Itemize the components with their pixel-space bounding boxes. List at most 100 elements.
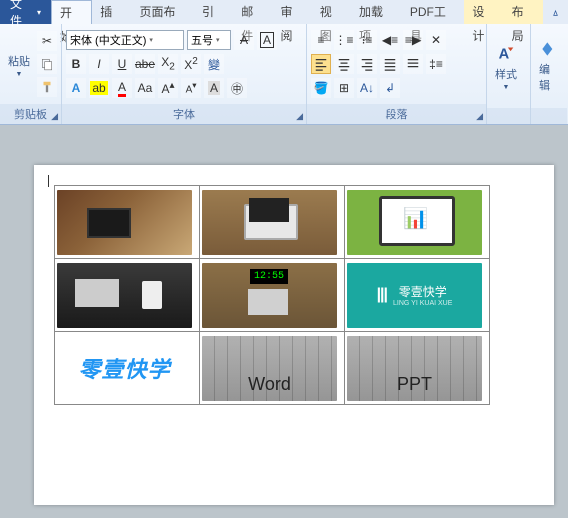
- line-spacing-icon: ‡≡: [429, 57, 443, 71]
- group-label-font: 字体◢: [62, 104, 306, 124]
- image-keyboard-ppt[interactable]: PPT: [347, 336, 482, 401]
- format-painter-button[interactable]: [37, 77, 57, 97]
- table-cell[interactable]: 零壹快学: [55, 332, 200, 405]
- group-label-editing: [531, 108, 567, 124]
- numbering-icon: ⋮≡: [335, 33, 354, 47]
- strike-icon: abe: [135, 57, 155, 71]
- sort-button[interactable]: A↓: [357, 78, 377, 98]
- font-size-select[interactable]: 五号: [187, 30, 231, 50]
- table-cell[interactable]: Word: [200, 332, 345, 405]
- dialog-launcher-icon[interactable]: ◢: [51, 111, 58, 122]
- styles-button[interactable]: A 样式 ▼: [491, 27, 521, 105]
- multilevel-list-button[interactable]: ⁝≡: [357, 30, 377, 50]
- text-effects-button[interactable]: A: [66, 78, 86, 98]
- group-label-clipboard: 剪贴板◢: [0, 104, 61, 124]
- table-cell[interactable]: [200, 186, 345, 259]
- bold-button[interactable]: B: [66, 54, 86, 74]
- tab-table-design[interactable]: 设计: [464, 0, 503, 24]
- file-tab[interactable]: 文件: [0, 0, 51, 24]
- table-cell[interactable]: 零壹快学LING YI KUAI XUE: [345, 259, 490, 332]
- change-case-button[interactable]: Aa: [135, 78, 155, 98]
- grow-font-icon: A▴: [161, 80, 174, 96]
- collapse-ribbon-icon[interactable]: ㅿ: [543, 5, 568, 20]
- borders-icon: ⊞: [339, 81, 349, 95]
- align-center-button[interactable]: [334, 54, 354, 74]
- character-border-button[interactable]: A: [257, 30, 277, 50]
- tab-addins[interactable]: 加载项: [351, 0, 402, 24]
- italic-button[interactable]: I: [89, 54, 109, 74]
- character-shading-button[interactable]: A: [204, 78, 224, 98]
- image-clock-desk[interactable]: [202, 263, 337, 328]
- tab-table-layout[interactable]: 布局: [504, 0, 543, 24]
- align-justify-button[interactable]: [380, 54, 400, 74]
- subscript-button[interactable]: X2: [158, 54, 178, 74]
- table-row: 零壹快学 Word PPT: [55, 332, 490, 405]
- superscript-button[interactable]: X2: [181, 54, 201, 74]
- font-family-select[interactable]: 宋体 (中文正文): [66, 30, 184, 50]
- underline-icon: U: [118, 57, 127, 71]
- superscript-icon: X2: [184, 56, 198, 72]
- font-color-button[interactable]: A: [112, 78, 132, 98]
- tab-home[interactable]: 开始: [51, 0, 92, 24]
- shading-button[interactable]: 🪣: [311, 78, 331, 98]
- dialog-launcher-icon[interactable]: ◢: [296, 111, 303, 122]
- underline-button[interactable]: U: [112, 54, 132, 74]
- image-brand-teal[interactable]: 零壹快学LING YI KUAI XUE: [347, 263, 482, 328]
- table-cell[interactable]: [345, 186, 490, 259]
- show-marks-button[interactable]: ↲: [380, 78, 400, 98]
- grow-font-button[interactable]: A▴: [158, 78, 178, 98]
- tab-mailings[interactable]: 邮件: [233, 0, 272, 24]
- enclose-character-button[interactable]: ㊥: [227, 78, 247, 98]
- align-justify-icon: [383, 57, 397, 71]
- find-icon: [539, 39, 559, 59]
- align-right-button[interactable]: [357, 54, 377, 74]
- tab-pdf-tools[interactable]: PDF工具: [402, 0, 464, 24]
- highlight-icon: ab: [90, 81, 107, 95]
- italic-icon: I: [97, 57, 100, 71]
- borders-button[interactable]: ⊞: [334, 78, 354, 98]
- shrink-font-button[interactable]: A▾: [181, 78, 201, 98]
- decrease-indent-button[interactable]: ◀≡: [380, 30, 400, 50]
- phonetic-guide-button[interactable]: 變: [204, 54, 224, 74]
- line-spacing-button[interactable]: ‡≡: [426, 54, 446, 74]
- tab-insert[interactable]: 插入: [92, 0, 131, 24]
- table-cell[interactable]: PPT: [345, 332, 490, 405]
- table-cell[interactable]: [55, 186, 200, 259]
- image-keyboard-word[interactable]: Word: [202, 336, 337, 401]
- image-desk-monitor[interactable]: [57, 190, 192, 255]
- copy-button[interactable]: [37, 54, 57, 74]
- pilcrow-icon: ↲: [385, 81, 395, 95]
- bullets-button[interactable]: ≡: [311, 30, 331, 50]
- align-left-button[interactable]: [311, 54, 331, 74]
- tab-references[interactable]: 引用: [194, 0, 233, 24]
- table-row: 零壹快学LING YI KUAI XUE: [55, 259, 490, 332]
- inserted-table[interactable]: 零壹快学LING YI KUAI XUE 零壹快学 Word PPT: [54, 185, 490, 405]
- tab-view[interactable]: 视图: [312, 0, 351, 24]
- paste-button[interactable]: 粘贴 ▼: [4, 27, 34, 101]
- tab-page-layout[interactable]: 页面布局: [132, 0, 194, 24]
- align-dist-icon: [406, 57, 420, 71]
- highlight-button[interactable]: ab: [89, 78, 109, 98]
- tab-review[interactable]: 审阅: [272, 0, 311, 24]
- cut-button[interactable]: ✂: [37, 31, 57, 51]
- bold-icon: B: [72, 57, 81, 71]
- table-cell[interactable]: [55, 259, 200, 332]
- dialog-launcher-icon[interactable]: ◢: [476, 111, 483, 122]
- table-row: [55, 186, 490, 259]
- editing-button[interactable]: 编辑: [535, 27, 563, 105]
- align-distribute-button[interactable]: [403, 54, 423, 74]
- numbering-button[interactable]: ⋮≡: [334, 30, 354, 50]
- styles-label: 样式: [495, 66, 517, 82]
- asian-layout-button[interactable]: ✕: [426, 30, 446, 50]
- image-devices[interactable]: [57, 263, 192, 328]
- document-page[interactable]: 零壹快学LING YI KUAI XUE 零壹快学 Word PPT: [34, 165, 554, 505]
- image-laptop-wood[interactable]: [202, 190, 337, 255]
- image-monitor-chart[interactable]: [347, 190, 482, 255]
- table-cell[interactable]: [200, 259, 345, 332]
- scissors-icon: ✂: [42, 34, 52, 48]
- image-logo-text[interactable]: 零壹快学: [57, 336, 192, 401]
- strikethrough-button[interactable]: abe: [135, 54, 155, 74]
- clear-formatting-button[interactable]: A: [234, 30, 254, 50]
- increase-indent-button[interactable]: ≡▶: [403, 30, 423, 50]
- font-color-icon: A: [118, 80, 126, 97]
